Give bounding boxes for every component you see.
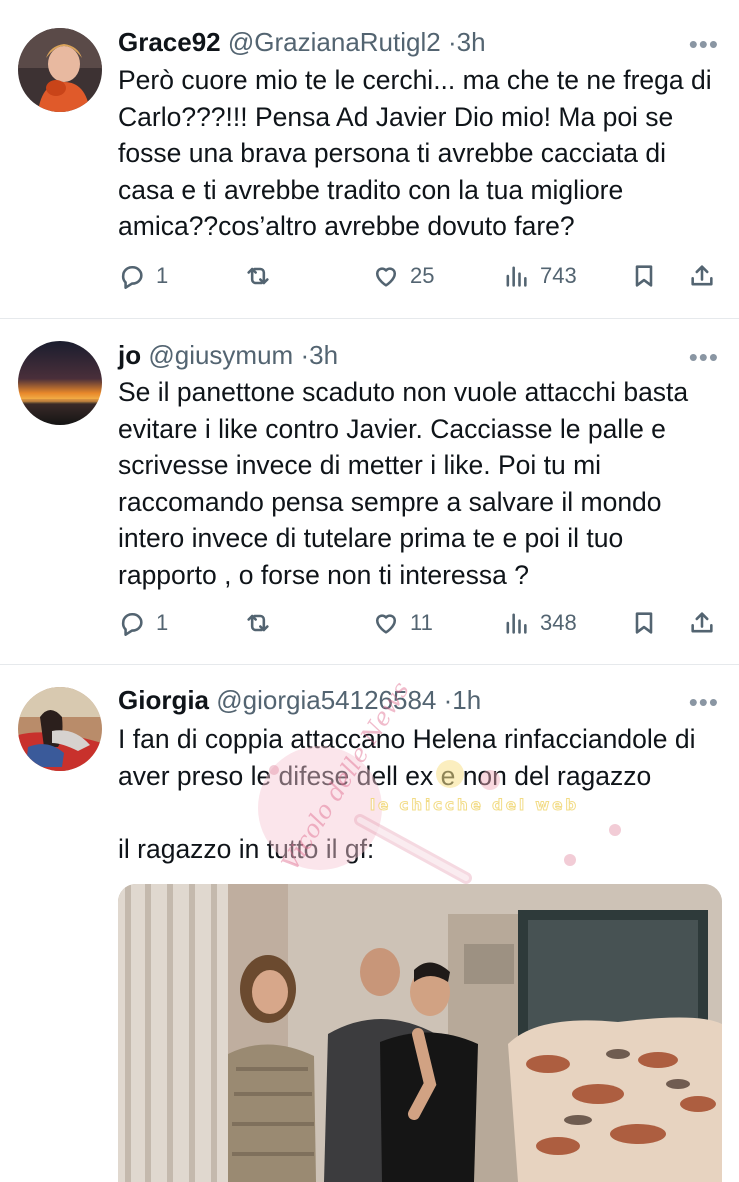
like-count: 25 bbox=[410, 263, 435, 288]
reply-button[interactable]: 1 bbox=[118, 607, 168, 639]
share-icon bbox=[691, 265, 713, 286]
bookmark-icon bbox=[635, 612, 653, 634]
more-icon[interactable]: ••• bbox=[689, 344, 719, 370]
author-name[interactable]: jo bbox=[118, 340, 141, 370]
tweet-actions: 1 11 348 bbox=[118, 607, 723, 639]
reply-button[interactable]: 1 bbox=[118, 260, 168, 292]
reply-count: 1 bbox=[156, 610, 169, 635]
share-button[interactable] bbox=[688, 607, 716, 639]
media-scene bbox=[118, 884, 722, 1182]
share-icon bbox=[691, 612, 713, 633]
tweet-header: Giorgia @giorgia54126584 ·1h bbox=[118, 684, 481, 716]
author-handle[interactable]: @giorgia54126584 bbox=[216, 685, 436, 715]
retweet-icon bbox=[247, 614, 269, 632]
tweet-time[interactable]: 3h bbox=[457, 27, 486, 57]
bookmark-button[interactable] bbox=[630, 260, 658, 292]
tweet-text: Se il panettone scaduto non vuole attacc… bbox=[118, 377, 696, 590]
tweet-text: Però cuore mio te le cerchi... ma che te… bbox=[118, 65, 719, 241]
retweet-button[interactable] bbox=[244, 260, 282, 292]
tweet-1[interactable]: Grace92 @GrazianaRutigl2 ·3h ••• Però cu… bbox=[0, 0, 739, 318]
more-icon[interactable]: ••• bbox=[689, 689, 719, 715]
views-icon bbox=[506, 613, 527, 634]
avatar[interactable] bbox=[18, 341, 102, 425]
like-icon bbox=[375, 614, 397, 634]
tweet-header: jo @giusymum ·3h bbox=[118, 339, 338, 371]
share-button[interactable] bbox=[688, 260, 716, 292]
more-icon[interactable]: ••• bbox=[689, 31, 719, 57]
bookmark-icon bbox=[635, 265, 653, 287]
views-count: 743 bbox=[540, 263, 577, 288]
avatar[interactable] bbox=[18, 28, 102, 112]
separator-dot: · bbox=[300, 340, 310, 370]
avatar[interactable] bbox=[18, 687, 102, 771]
bookmark-button[interactable] bbox=[630, 607, 658, 639]
like-count: 11 bbox=[410, 610, 433, 635]
views-icon bbox=[506, 266, 527, 287]
views-count: 348 bbox=[540, 610, 577, 635]
reply-count: 1 bbox=[156, 263, 169, 288]
retweet-button[interactable] bbox=[244, 607, 282, 639]
author-name[interactable]: Giorgia bbox=[118, 685, 209, 715]
separator-dot: · bbox=[443, 685, 453, 715]
like-icon bbox=[375, 267, 397, 287]
tweet-header: Grace92 @GrazianaRutigl2 ·3h bbox=[118, 26, 486, 58]
like-button[interactable]: 11 bbox=[372, 607, 433, 639]
tweet-2[interactable]: jo @giusymum ·3h ••• Se il panettone sca… bbox=[0, 319, 739, 664]
tweet-text: I fan di coppia attaccano Helena rinfacc… bbox=[118, 724, 696, 864]
tweet-media-image[interactable] bbox=[118, 884, 722, 1182]
author-name[interactable]: Grace92 bbox=[118, 27, 221, 57]
views-button[interactable]: 348 bbox=[502, 607, 577, 639]
like-button[interactable]: 25 bbox=[372, 260, 434, 292]
retweet-icon bbox=[247, 267, 269, 285]
tweet-actions: 1 25 743 bbox=[118, 260, 723, 292]
separator-dot: · bbox=[447, 27, 457, 57]
author-handle[interactable]: @giusymum bbox=[148, 340, 293, 370]
tweet-time[interactable]: 3h bbox=[309, 340, 338, 370]
tweet-time[interactable]: 1h bbox=[452, 685, 481, 715]
reply-icon bbox=[121, 265, 143, 289]
author-handle[interactable]: @GrazianaRutigl2 bbox=[228, 27, 441, 57]
reply-icon bbox=[121, 612, 143, 636]
views-button[interactable]: 743 bbox=[502, 260, 577, 292]
